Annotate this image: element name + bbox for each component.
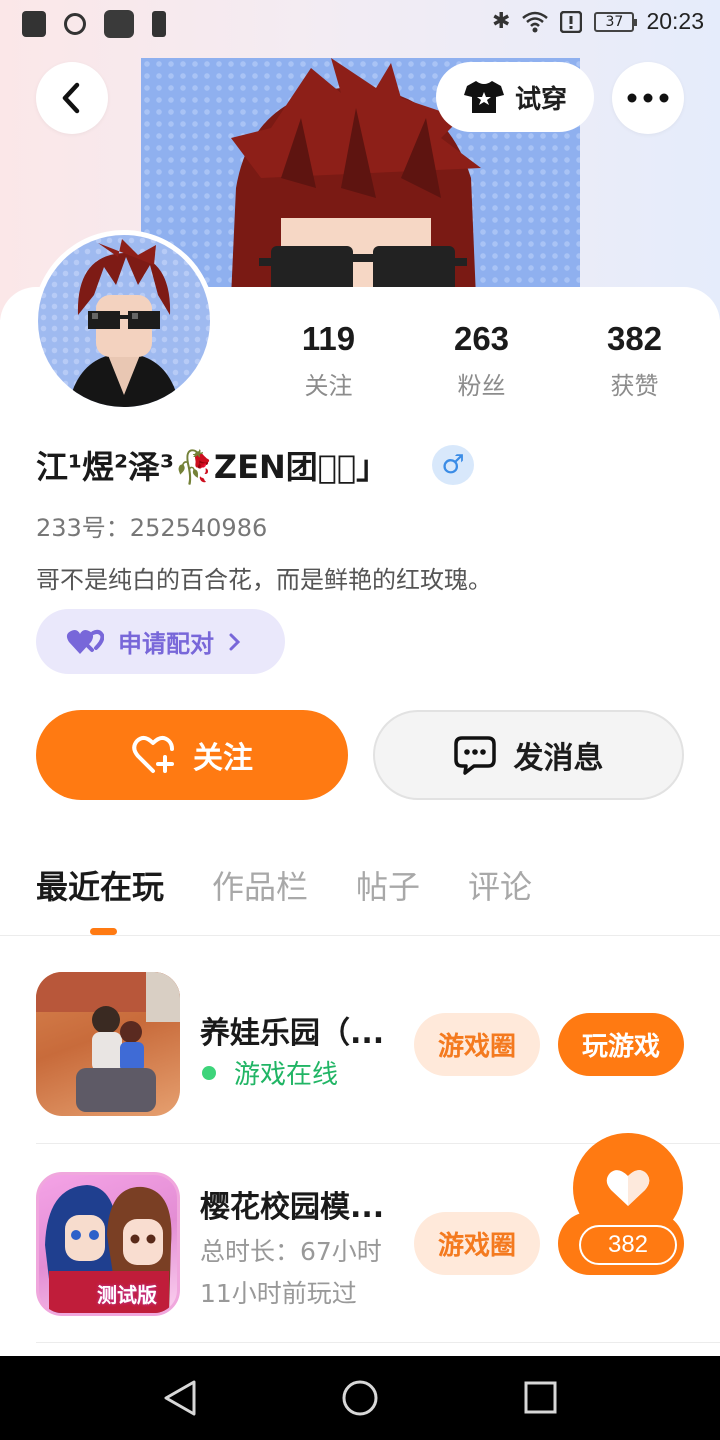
pair-label: 申请配对 (118, 630, 214, 658)
stat-value: 119 (301, 320, 356, 357)
game-playtime: 总时长：67小时 (200, 1237, 382, 1266)
profile-nickname: 江¹煜²泽³🥀ZEN团「⃢」 (36, 448, 389, 486)
online-status-label: 游戏在线 (234, 1060, 339, 1090)
stat-label: 关注 (304, 372, 353, 400)
online-status: 游戏在线 (200, 1054, 338, 1091)
app-icon (104, 10, 134, 38)
message-label: 发消息 (513, 741, 604, 776)
hotspot-icon (64, 13, 86, 35)
list-item[interactable]: 养娃乐园（... 游戏在线 游戏圈 玩游戏 (0, 950, 720, 1150)
battery-level: 37 (594, 11, 638, 32)
active-tab-indicator (90, 928, 117, 935)
stat-label: 获赞 (610, 372, 659, 400)
follow-button[interactable]: 关注 (36, 710, 348, 800)
battery-alert-icon (152, 11, 166, 37)
game-last-played: 11小时前玩过 (200, 1279, 357, 1308)
follow-label: 关注 (193, 741, 253, 776)
game-title: 养娃乐园（... (200, 1016, 385, 1051)
system-navigation-bar (0, 1356, 720, 1440)
request-pair-button[interactable]: 申请配对 (36, 609, 285, 674)
heart-plus-icon (132, 736, 174, 773)
row-divider (36, 1342, 720, 1343)
home-circle-icon[interactable] (341, 1378, 379, 1418)
tshirt-icon (463, 81, 504, 113)
more-options-button[interactable] (612, 62, 684, 134)
status-bar: ✱ 37 20:23 (0, 0, 720, 50)
stat-value: 382 (606, 320, 663, 357)
chevron-right-icon (229, 633, 241, 650)
stat-likes[interactable]: 382 获赞 (558, 320, 711, 401)
more-dots-icon (627, 93, 669, 103)
like-count-badge: 382 (579, 1225, 677, 1265)
tab-works[interactable]: 作品栏 (212, 862, 308, 908)
gender-male-icon: ♂ (432, 445, 474, 485)
tab-recently-played[interactable]: 最近在玩 (36, 862, 164, 908)
avatar[interactable] (33, 230, 215, 412)
chat-bubble-icon (453, 736, 496, 775)
try-on-button[interactable]: 试穿 (436, 62, 594, 132)
game-title: 樱花校园模... (200, 1190, 385, 1225)
stat-following[interactable]: 119 关注 (252, 320, 405, 401)
stat-followers[interactable]: 263 粉丝 (405, 320, 558, 401)
double-heart-icon (66, 629, 104, 654)
game-circle-button[interactable]: 游戏圈 (414, 1013, 540, 1076)
back-button[interactable] (36, 62, 108, 134)
recents-square-icon[interactable] (523, 1378, 559, 1418)
stat-label: 粉丝 (457, 372, 506, 400)
game-icon[interactable]: 测试版 (36, 1172, 180, 1316)
stat-value: 263 (453, 320, 510, 357)
profile-tabs: 最近在玩 作品栏 帖子 评论 (36, 862, 532, 908)
sd-card-icon (22, 11, 46, 37)
heart-icon (606, 1170, 650, 1206)
back-triangle-icon[interactable] (162, 1378, 198, 1418)
chevron-left-icon (62, 82, 80, 114)
online-dot-icon (202, 1065, 216, 1080)
tab-divider (0, 935, 720, 936)
profile-bio: 哥不是纯白的百合花，而是鲜艳的红玫瑰。 (36, 566, 492, 594)
send-message-button[interactable]: 发消息 (373, 710, 684, 800)
play-game-button[interactable]: 玩游戏 (558, 1013, 684, 1076)
tab-posts[interactable]: 帖子 (356, 862, 420, 908)
tab-comments[interactable]: 评论 (468, 862, 532, 908)
try-on-label: 试穿 (514, 84, 567, 115)
profile-stats: 119 关注 263 粉丝 382 获赞 (252, 320, 712, 401)
game-circle-button[interactable]: 游戏圈 (414, 1212, 540, 1275)
user-id: 233号：252540986 (36, 514, 268, 542)
status-time: 20:23 (646, 8, 704, 34)
game-icon[interactable] (36, 972, 180, 1116)
beta-badge: 测试版 (97, 1283, 157, 1307)
wifi-icon (522, 11, 549, 32)
bluetooth-icon: ✱ (492, 9, 511, 34)
alert-icon (560, 10, 583, 33)
